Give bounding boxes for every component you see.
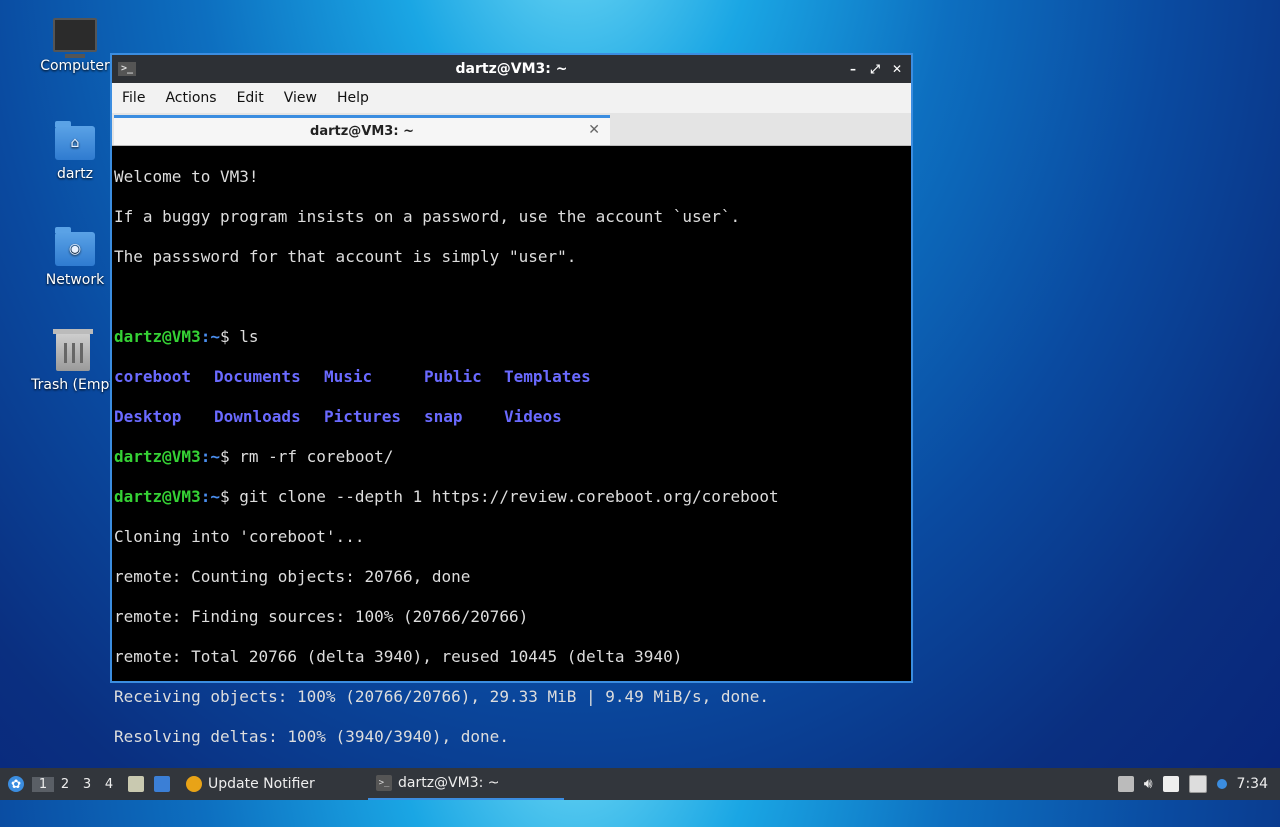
terminal-prompt-line: dartz@VM3:~$ ls	[114, 327, 909, 347]
dir-entry: Downloads	[214, 407, 301, 426]
prompt-sign: $	[219, 487, 240, 506]
menu-file[interactable]: File	[112, 90, 155, 106]
ls-row: coreboot Documents Music Public Templates	[114, 367, 909, 387]
tab-close-icon[interactable]: ✕	[588, 122, 600, 138]
task-label: Update Notifier	[208, 776, 315, 792]
prompt-sign: $	[219, 447, 240, 466]
terminal-line: Cloning into 'coreboot'...	[114, 527, 365, 546]
command: git clone --depth 1 https://review.coreb…	[239, 487, 779, 506]
start-menu-icon: ✿	[8, 776, 24, 792]
dir-entry: Documents	[214, 367, 301, 386]
workspace-4[interactable]: 4	[98, 777, 120, 792]
minimize-button[interactable]: –	[845, 62, 861, 77]
menu-bar: File Actions Edit View Help	[112, 83, 911, 113]
dir-entry: Videos	[504, 407, 562, 426]
file-manager-icon[interactable]	[128, 776, 144, 792]
menu-actions[interactable]: Actions	[155, 90, 226, 106]
window-controls: – ⤢ ✕	[845, 62, 905, 77]
close-button[interactable]: ✕	[889, 62, 905, 77]
trash-icon	[53, 329, 93, 371]
show-desktop-icon[interactable]	[154, 776, 170, 792]
maximize-button[interactable]: ⤢	[867, 62, 883, 77]
tab-label: dartz@VM3: ~	[310, 124, 414, 139]
prompt-user: dartz@VM3	[114, 327, 201, 346]
dir-entry: Pictures	[324, 407, 402, 426]
removable-media-icon[interactable]	[1117, 776, 1134, 792]
desktop-icon-label: Computer	[40, 58, 110, 74]
terminal-line: The passsword for that account is simply…	[114, 247, 577, 266]
start-menu-button[interactable]: ✿	[0, 776, 32, 792]
prompt-path: :~	[200, 487, 220, 506]
volume-icon[interactable]: 🔊︎	[1144, 776, 1153, 792]
terminal-icon: >_	[376, 775, 392, 791]
task-update-notifier[interactable]: Update Notifier	[178, 768, 368, 800]
terminal-line: remote: Total 20766 (delta 3940), reused…	[114, 647, 683, 666]
prompt-sign: $	[219, 327, 240, 346]
desktop-icon-trash[interactable]: Trash (Empt	[28, 329, 118, 393]
terminal-line: remote: Counting objects: 20766, done	[114, 567, 471, 586]
clipboard-icon[interactable]	[1162, 776, 1179, 792]
dir-entry: Desktop	[114, 407, 182, 426]
desktop-icon-label: Trash (Empt	[31, 377, 115, 393]
home-folder-icon: ⌂	[55, 121, 95, 160]
terminal-prompt-line: dartz@VM3:~$ rm -rf coreboot/	[114, 447, 909, 467]
terminal-line: remote: Finding sources: 100% (20766/207…	[114, 607, 529, 626]
prompt-user: dartz@VM3	[114, 487, 201, 506]
prompt-user: dartz@VM3	[114, 447, 201, 466]
command: rm -rf coreboot/	[239, 447, 394, 466]
window-titlebar[interactable]: >_ dartz@VM3: ~ – ⤢ ✕	[112, 55, 911, 83]
terminal-window: >_ dartz@VM3: ~ – ⤢ ✕ File Actions Edit …	[110, 53, 913, 787]
desktop-icon-label: dartz	[56, 166, 94, 182]
tab-terminal[interactable]: dartz@VM3: ~ ✕	[114, 115, 610, 145]
update-notifier-icon	[186, 776, 202, 792]
dir-entry: Public	[424, 367, 482, 386]
clock[interactable]: 7:34	[1237, 776, 1268, 792]
ls-row: Desktop Downloads Pictures snap Videos	[114, 407, 909, 427]
dir-entry: coreboot	[114, 367, 192, 386]
terminal-prompt-line: dartz@VM3:~$ git clone --depth 1 https:/…	[114, 487, 909, 507]
prompt-path: :~	[200, 447, 220, 466]
terminal-output[interactable]: Welcome to VM3! If a buggy program insis…	[114, 147, 909, 787]
terminal-app-icon[interactable]: >_	[118, 62, 136, 76]
network-icon[interactable]	[1188, 775, 1207, 793]
terminal-line: Welcome to VM3!	[114, 167, 259, 186]
network-folder-icon: ◉	[55, 227, 95, 266]
prompt-path: :~	[200, 327, 220, 346]
command: ls	[239, 327, 259, 346]
computer-icon	[53, 18, 97, 58]
workspace-2[interactable]: 2	[54, 777, 76, 792]
taskbar: ✿ 1 2 3 4 Update Notifier >_ dartz@VM3: …	[0, 768, 1280, 800]
system-tray: 🔊︎ 7:34	[1117, 775, 1280, 793]
terminal-line: Resolving deltas: 100% (3940/3940), done…	[114, 727, 509, 746]
desktop-icon-network[interactable]: ◉ Network	[30, 227, 120, 288]
task-label: dartz@VM3: ~	[398, 775, 500, 791]
task-terminal[interactable]: >_ dartz@VM3: ~	[368, 768, 564, 800]
desktop-icon-home[interactable]: ⌂ dartz	[30, 121, 120, 182]
notification-icon[interactable]	[1216, 779, 1227, 789]
menu-edit[interactable]: Edit	[227, 90, 274, 106]
desktop-icon-computer[interactable]: Computer	[30, 18, 120, 74]
workspace-3[interactable]: 3	[76, 777, 98, 792]
tab-bar: dartz@VM3: ~ ✕	[112, 113, 911, 146]
terminal-line: Receiving objects: 100% (20766/20766), 2…	[114, 687, 770, 706]
menu-view[interactable]: View	[274, 90, 327, 106]
window-title: dartz@VM3: ~	[455, 61, 568, 77]
desktop-icon-label: Network	[45, 272, 105, 288]
menu-help[interactable]: Help	[327, 90, 379, 106]
dir-entry: snap	[424, 407, 463, 426]
dir-entry: Music	[324, 367, 373, 386]
workspace-1[interactable]: 1	[32, 776, 54, 792]
terminal-line: If a buggy program insists on a password…	[114, 207, 741, 226]
dir-entry: Templates	[504, 367, 591, 386]
